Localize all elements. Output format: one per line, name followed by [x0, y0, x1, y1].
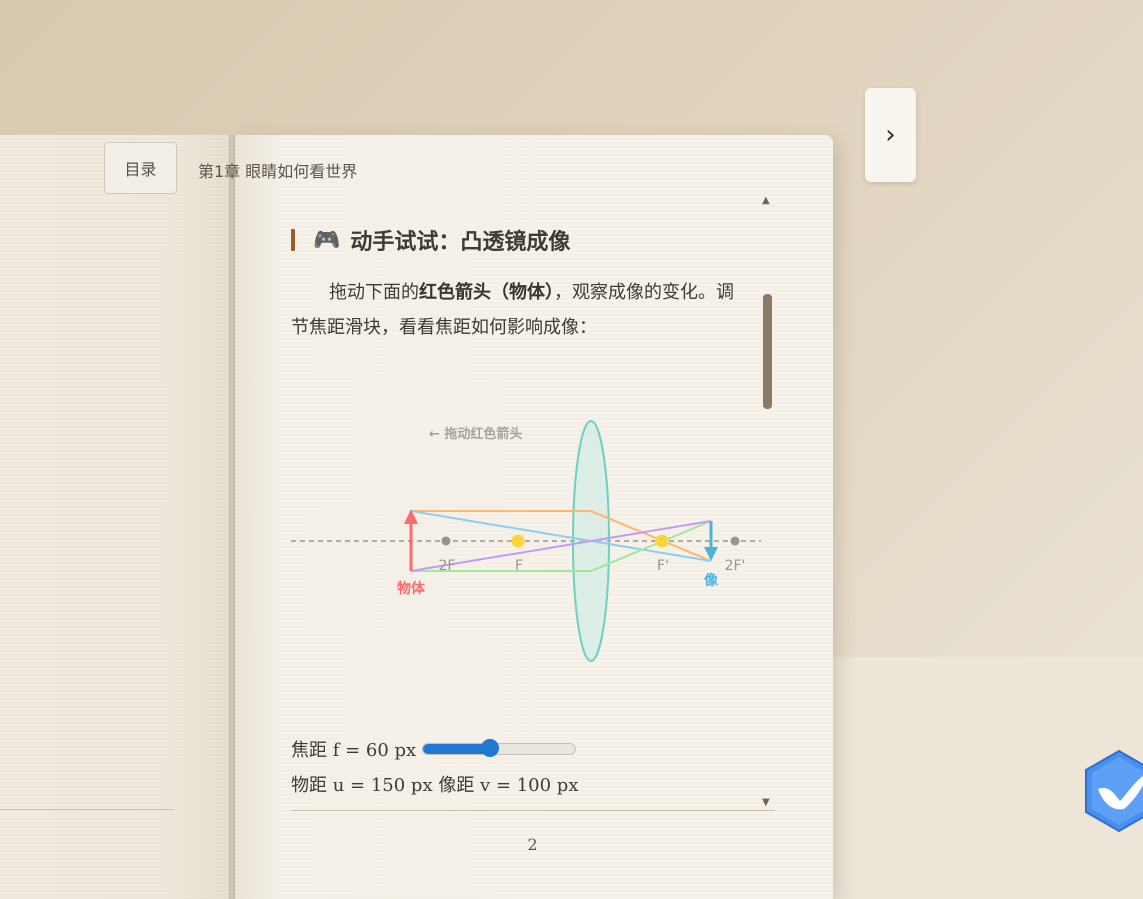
- page-content: 🎮 动手试试：凸透镜成像 拖动下面的红色箭头（物体），观察成像的变化。调节焦距滑…: [291, 200, 761, 810]
- point-f-prime: [655, 534, 669, 548]
- assistant-bird-icon[interactable]: [1084, 749, 1143, 833]
- focal-slider-fill: [423, 744, 491, 754]
- page-number: 2: [527, 835, 538, 854]
- distance-readout: 物距 u = 150 px 像距 v = 100 px: [291, 771, 578, 797]
- paragraph-bold: 红色箭头（物体）: [419, 282, 554, 303]
- heading-accent-bar: [291, 229, 295, 251]
- object-label: 物体: [397, 580, 426, 597]
- next-page-button[interactable]: ›: [865, 88, 916, 182]
- focal-slider-thumb[interactable]: [481, 739, 500, 757]
- instruction-paragraph: 拖动下面的红色箭头（物体），观察成像的变化。调节焦距滑块，看看焦距如何影响成像：: [291, 275, 751, 345]
- scrollbar-thumb[interactable]: [763, 294, 772, 409]
- lens-diagram: ← 拖动红色箭头 物体 像 2F F F' 2F': [291, 405, 761, 675]
- gamepad-icon: 🎮: [313, 227, 341, 253]
- label-f: F: [515, 558, 523, 574]
- left-page: [0, 135, 230, 899]
- point-2f: [441, 536, 451, 546]
- section-title: 动手试试：凸透镜成像: [350, 229, 571, 255]
- label-f-prime: F': [657, 558, 669, 574]
- left-page-footer-rule: [0, 809, 174, 810]
- focal-length-label: 焦距 f = 60 px: [291, 740, 417, 761]
- label-2f: 2F: [439, 558, 456, 574]
- image-label: 像: [704, 572, 719, 589]
- section-heading: 🎮 动手试试：凸透镜成像: [291, 224, 570, 256]
- drag-hint: ← 拖动红色箭头: [429, 426, 522, 442]
- scroll-down-icon[interactable]: ▼: [762, 797, 770, 808]
- page-footer-rule: [291, 810, 775, 811]
- point-2f-prime: [730, 536, 740, 546]
- label-2f-prime: 2F': [725, 558, 746, 574]
- focal-length-control: 焦距 f = 60 px: [291, 736, 577, 762]
- toc-button[interactable]: 目录: [104, 142, 177, 194]
- point-f: [511, 534, 525, 548]
- scroll-up-icon[interactable]: ▲: [762, 195, 770, 206]
- paragraph-text-1: 拖动下面的: [329, 282, 419, 303]
- chapter-title: 第1章 眼睛如何看世界: [198, 162, 358, 181]
- lens-diagram-svg: ← 拖动红色箭头 物体 像 2F F F' 2F': [291, 420, 761, 662]
- focal-length-slider[interactable]: [422, 739, 577, 757]
- distance-text: 物距 u = 150 px 像距 v = 100 px: [291, 775, 579, 796]
